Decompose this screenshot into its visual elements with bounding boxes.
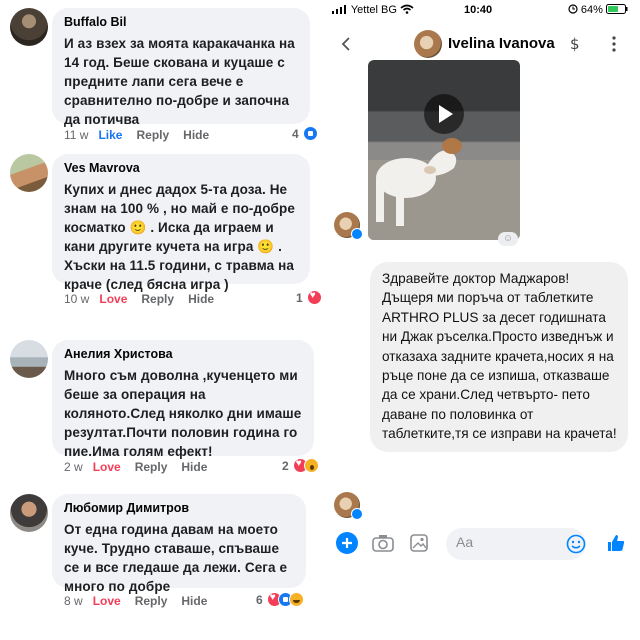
contact-name[interactable]: Ivelina Ivanova [448, 35, 555, 52]
comment-actions: 10 w Love Reply Hide [64, 292, 228, 306]
hide-button[interactable]: Hide [181, 460, 207, 474]
sender-avatar[interactable] [334, 492, 363, 520]
messenger-badge-icon [351, 228, 363, 240]
comment-age: 8 w [64, 594, 83, 608]
sender-avatar[interactable] [334, 212, 363, 240]
comment-age: 10 w [64, 292, 90, 306]
wow-reaction-icon [303, 458, 319, 473]
back-icon[interactable] [340, 36, 352, 52]
play-button[interactable] [424, 94, 464, 134]
love-button[interactable]: Love [99, 292, 127, 306]
comment-age: 11 w [64, 128, 89, 142]
haha-reaction-icon [288, 592, 304, 607]
signal-icon [332, 5, 346, 14]
comment-age: 2 w [64, 460, 83, 474]
add-reaction-icon[interactable]: ☺ [498, 232, 518, 246]
reaction-count: 6 [256, 592, 263, 607]
reaction-summary[interactable]: 1 [296, 290, 322, 305]
comment-author[interactable]: Анелия Христова [64, 346, 302, 362]
love-button[interactable]: Love [93, 594, 121, 608]
like-button[interactable]: Like [98, 128, 122, 142]
message-composer: Aa [322, 526, 640, 562]
reaction-count: 1 [296, 290, 303, 305]
reply-button[interactable]: Reply [136, 128, 169, 142]
alarm-icon [568, 4, 578, 14]
comment-text: От една година давам на моето куче. Труд… [64, 522, 288, 594]
reply-button[interactable]: Reply [135, 594, 168, 608]
chat-header: Ivelina Ivanova $ [322, 24, 640, 64]
more-icon[interactable] [612, 36, 616, 52]
reaction-count: 4 [292, 126, 299, 141]
wifi-icon [400, 4, 414, 14]
avatar[interactable] [10, 494, 48, 532]
comment-text: И аз взех за моята каракачанка на 14 год… [64, 36, 295, 127]
avatar[interactable] [10, 340, 48, 378]
comment-bubble: Любомир Димитров От една година давам на… [52, 494, 306, 594]
carrier-label: Yettel BG [332, 4, 414, 16]
comment-actions: 2 w Love Reply Hide [64, 460, 221, 474]
hide-button[interactable]: Hide [188, 292, 214, 306]
reaction-summary[interactable]: 6 [256, 592, 304, 607]
reply-button[interactable]: Reply [135, 460, 168, 474]
avatar[interactable] [10, 8, 48, 46]
contact-avatar[interactable] [414, 30, 442, 58]
comment-text: Много съм доволна ,кученцето ми беше за … [64, 368, 302, 459]
reaction-summary[interactable]: 4 [292, 126, 318, 141]
reaction-summary[interactable]: 2 [282, 458, 319, 473]
svg-text:$: $ [570, 35, 580, 53]
message-input-placeholder: Aa [456, 534, 474, 550]
plus-icon [342, 538, 352, 548]
comment-bubble: Buffalo Bil И аз взех за моята каракачан… [52, 8, 310, 127]
dollar-icon[interactable]: $ [570, 35, 582, 53]
reply-button[interactable]: Reply [141, 292, 174, 306]
clock: 10:40 [464, 4, 493, 16]
dog-illustration [368, 138, 520, 240]
gallery-icon[interactable] [410, 534, 428, 552]
comment-bubble: Анелия Христова Много съм доволна ,кучен… [52, 340, 314, 459]
battery-icon [606, 4, 628, 14]
battery-indicator: 64% [568, 4, 628, 16]
comment-text: Купих и днес дадох 5-та доза. Не знам на… [64, 182, 295, 292]
emoji-icon[interactable] [566, 534, 586, 554]
comment-bubble: Ves Mavrova Купих и днес дадох 5-та доза… [52, 154, 310, 292]
hide-button[interactable]: Hide [183, 128, 209, 142]
comment-author[interactable]: Buffalo Bil [64, 14, 298, 30]
hide-button[interactable]: Hide [181, 594, 207, 608]
status-bar: Yettel BG 10:40 64% [322, 0, 640, 20]
thumbs-up-icon[interactable] [606, 533, 626, 553]
comment-actions: 8 w Love Reply Hide [64, 594, 221, 608]
comment-actions: 11 w Like Reply Hide [64, 128, 223, 142]
reaction-count: 2 [282, 458, 289, 473]
avatar[interactable] [10, 154, 48, 192]
message-input[interactable]: Aa [446, 528, 586, 560]
video-dog-image [368, 60, 520, 240]
camera-icon[interactable] [372, 534, 394, 552]
messenger-screen: Yettel BG 10:40 64% Ivelina Ivanova $ ☺ … [322, 0, 640, 640]
video-attachment[interactable] [368, 60, 520, 240]
plus-button[interactable] [336, 532, 358, 554]
play-icon [439, 105, 453, 123]
comment-author[interactable]: Ves Mavrova [64, 160, 298, 176]
messenger-badge-icon [351, 508, 363, 520]
like-reaction-icon [302, 126, 318, 141]
comment-author[interactable]: Любомир Димитров [64, 500, 294, 516]
incoming-message: Здравейте доктор Маджаров! Дъщеря ми пор… [370, 262, 628, 452]
love-button[interactable]: Love [93, 460, 121, 474]
love-reaction-icon [306, 290, 322, 305]
